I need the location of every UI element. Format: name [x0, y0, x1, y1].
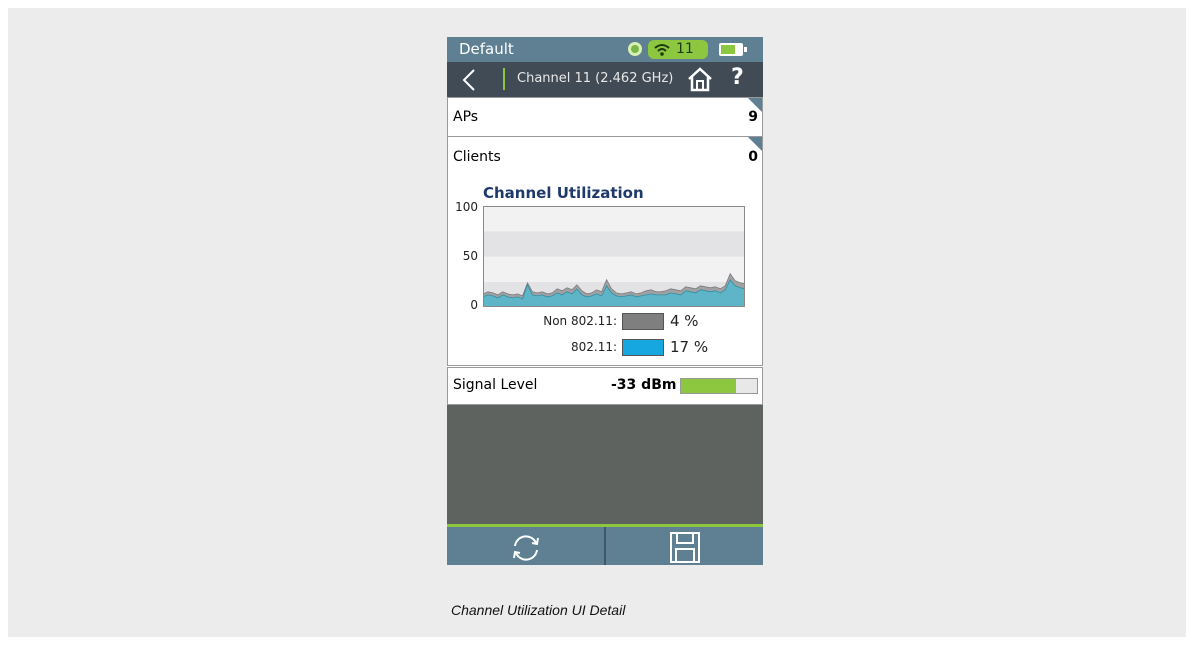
non80211-percent: 4 % — [670, 312, 699, 330]
back-arrow-icon[interactable] — [461, 68, 477, 92]
battery-level — [721, 45, 735, 54]
status-dot-icon — [628, 42, 642, 56]
clients-label: Clients — [453, 149, 501, 165]
aps-label: APs — [453, 109, 479, 125]
page-title: Channel 11 (2.462 GHz) — [517, 71, 674, 86]
legend-swatch — [622, 313, 664, 330]
grid-band — [483, 206, 745, 232]
chart-title: Channel Utilization — [483, 184, 644, 202]
drilldown-corner-icon — [748, 98, 762, 112]
clients-count: 0 — [748, 149, 758, 165]
signal-level-row: Signal Level -33 dBm — [447, 367, 763, 405]
battery-icon — [719, 43, 747, 56]
legend-label: 802.11: — [570, 340, 617, 354]
toolbar-divider — [604, 527, 606, 565]
signal-value: -33 dBm — [611, 377, 677, 393]
bottom-toolbar — [447, 524, 763, 565]
status-bar: Default 11 — [447, 37, 763, 62]
help-button[interactable]: ? — [731, 65, 744, 91]
signal-bar-fill — [681, 379, 736, 393]
channel-badge[interactable]: 11 — [648, 40, 708, 59]
legend-80211: 802.11: 17 % — [448, 338, 762, 358]
y-tick-label: 100 — [455, 200, 478, 214]
device-screen: Default 11 Channel 11 (2.462 GHz) ? APs … — [447, 37, 763, 565]
clients-row[interactable]: Clients 0 — [447, 136, 763, 177]
chart-plot-area — [483, 206, 745, 307]
legend-label: Non 802.11: — [543, 314, 617, 328]
nav-bar: Channel 11 (2.462 GHz) ? — [447, 62, 763, 97]
y-tick-label: 0 — [470, 298, 478, 312]
empty-area — [447, 405, 763, 525]
channel-number: 11 — [676, 41, 694, 57]
y-tick-label: 50 — [462, 249, 478, 263]
save-icon[interactable] — [669, 531, 701, 564]
grid-band — [483, 256, 745, 282]
80211-percent: 17 % — [670, 338, 709, 356]
profile-name: Default — [459, 40, 514, 58]
grid-band — [483, 231, 745, 257]
aps-row[interactable]: APs 9 — [447, 97, 763, 137]
signal-bar — [680, 378, 758, 394]
refresh-icon[interactable] — [509, 532, 543, 564]
wifi-icon — [654, 44, 670, 56]
legend-non80211: Non 802.11: 4 % — [448, 312, 762, 332]
nav-separator — [503, 68, 505, 90]
figure-caption: Channel Utilization UI Detail — [451, 602, 626, 618]
legend-swatch — [622, 339, 664, 356]
drilldown-corner-icon — [748, 137, 762, 151]
signal-label: Signal Level — [453, 377, 538, 393]
channel-utilization-chart: Channel Utilization 100 50 0 Non 802.11:… — [447, 176, 763, 366]
home-icon[interactable] — [687, 66, 713, 92]
